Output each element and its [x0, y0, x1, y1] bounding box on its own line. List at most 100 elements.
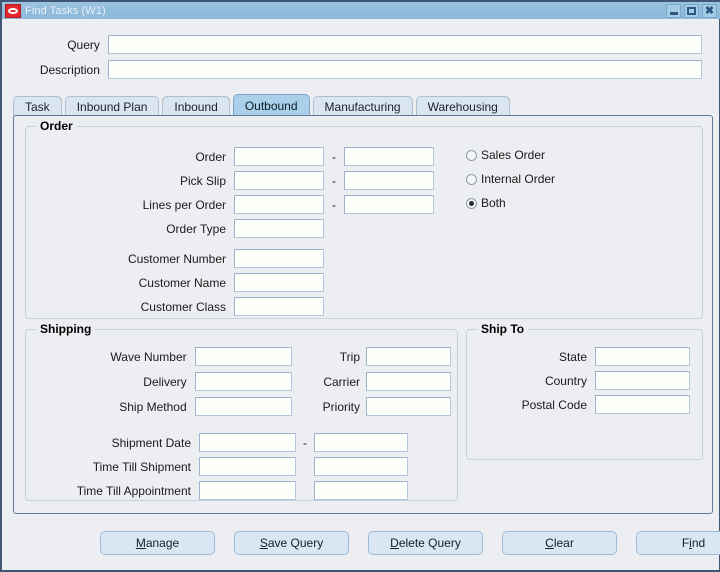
save-query-button[interactable]: Save Query	[234, 531, 349, 555]
lines-per-order-range-separator: -	[332, 197, 336, 212]
state-input[interactable]	[595, 347, 690, 366]
shipment-date-range-separator: -	[303, 435, 307, 450]
shipment-date-from-input[interactable]	[199, 433, 296, 452]
shipping-group: Shipping Wave Number Trip Delivery Carri…	[25, 322, 458, 501]
window-controls: ✖	[666, 4, 717, 18]
find-button[interactable]: Find	[636, 531, 720, 555]
radio-internal-order-indicator[interactable]	[466, 173, 477, 185]
tab-label: Warehousing	[427, 99, 498, 114]
pick-slip-from-input[interactable]	[234, 171, 324, 190]
priority-input[interactable]	[366, 397, 451, 416]
tab-label: Task	[25, 99, 50, 114]
ship-method-input[interactable]	[194, 397, 292, 416]
customer-name-label: Customer Name	[138, 275, 226, 290]
radio-both-indicator[interactable]	[466, 197, 477, 209]
tab-warehousing[interactable]: Warehousing	[415, 96, 510, 116]
order-group-title: Order	[36, 119, 77, 133]
field-row-order-type: Order Type	[26, 219, 336, 238]
field-row-time-till-shipment: Time Till Shipment	[26, 457, 451, 476]
country-label: Country	[544, 373, 587, 388]
pick-slip-to-input[interactable]	[344, 171, 434, 190]
field-row-order: Order -	[26, 147, 446, 166]
order-label: Order	[195, 149, 226, 164]
close-icon[interactable]: ✖	[702, 4, 717, 18]
customer-number-input[interactable]	[234, 249, 324, 268]
find-button-label: Find	[681, 536, 706, 550]
field-row-country: Country	[467, 371, 697, 390]
delivery-label: Delivery	[143, 374, 187, 389]
field-row-time-till-appointment: Time Till Appointment	[26, 481, 451, 500]
delete-query-button[interactable]: Delete Query	[368, 531, 483, 555]
time-till-appointment-from-input[interactable]	[199, 481, 296, 500]
tab-manufacturing[interactable]: Manufacturing	[312, 96, 413, 116]
shipping-group-title: Shipping	[36, 322, 96, 336]
order-range-separator: -	[332, 149, 336, 164]
tab-label: Outbound	[244, 98, 298, 113]
query-label: Query	[67, 37, 100, 52]
order-group: Order Order - Pick Slip - Lines per Orde…	[25, 119, 703, 319]
time-till-appointment-to-input[interactable]	[314, 481, 408, 500]
field-row-state: State	[467, 347, 697, 366]
find-tasks-window: Find Tasks (W1) ✖ Query Description Task…	[0, 0, 720, 572]
description-input[interactable]	[107, 60, 702, 79]
customer-class-label: Customer Class	[140, 299, 226, 314]
carrier-input[interactable]	[366, 372, 451, 391]
pick-slip-label: Pick Slip	[179, 173, 226, 188]
postal-code-input[interactable]	[595, 395, 690, 414]
tab-inbound-plan[interactable]: Inbound Plan	[64, 96, 160, 116]
ship-to-group-title: Ship To	[477, 322, 529, 336]
minimize-icon[interactable]	[666, 4, 681, 18]
customer-class-input[interactable]	[234, 297, 324, 316]
field-row-pick-slip: Pick Slip -	[26, 171, 446, 190]
oracle-logo-icon	[5, 3, 21, 18]
radio-sales-order[interactable]: Sales Order	[466, 148, 545, 162]
field-row-shipment-date: Shipment Date -	[26, 433, 451, 452]
tab-label: Inbound	[174, 99, 218, 114]
wave-number-input[interactable]	[194, 347, 292, 366]
tab-outbound[interactable]: Outbound	[232, 94, 310, 116]
description-row: Description	[22, 60, 702, 79]
query-input[interactable]	[107, 35, 702, 54]
outbound-tab-panel: Order Order - Pick Slip - Lines per Orde…	[13, 115, 713, 514]
radio-internal-order-label: Internal Order	[481, 172, 556, 186]
radio-both[interactable]: Both	[466, 196, 506, 210]
country-input[interactable]	[595, 371, 690, 390]
manage-button-label: Manage	[135, 536, 180, 550]
customer-number-label: Customer Number	[127, 251, 226, 266]
time-till-shipment-to-input[interactable]	[314, 457, 408, 476]
radio-both-label: Both	[481, 196, 506, 210]
radio-internal-order[interactable]: Internal Order	[466, 172, 555, 186]
order-type-input[interactable]	[234, 219, 324, 238]
field-row-postal-code: Postal Code	[467, 395, 697, 414]
wave-number-label: Wave Number	[110, 349, 187, 364]
delivery-input[interactable]	[194, 372, 292, 391]
lines-per-order-to-input[interactable]	[344, 195, 434, 214]
customer-name-input[interactable]	[234, 273, 324, 292]
field-row-ship-method: Ship Method Priority	[26, 397, 451, 416]
ship-method-label: Ship Method	[119, 399, 187, 414]
order-to-input[interactable]	[344, 147, 434, 166]
shipment-date-label: Shipment Date	[111, 435, 191, 450]
time-till-shipment-from-input[interactable]	[199, 457, 296, 476]
state-label: State	[558, 349, 587, 364]
lines-per-order-from-input[interactable]	[234, 195, 324, 214]
order-from-input[interactable]	[234, 147, 324, 166]
manage-button[interactable]: Manage	[100, 531, 215, 555]
tab-label: Inbound Plan	[76, 99, 148, 114]
tab-inbound[interactable]: Inbound	[162, 96, 230, 116]
description-label: Description	[39, 62, 100, 77]
tab-bar: Task Inbound Plan Inbound Outbound Manuf…	[13, 94, 713, 116]
lines-per-order-label: Lines per Order	[142, 197, 226, 212]
shipment-date-to-input[interactable]	[314, 433, 408, 452]
clear-button[interactable]: Clear	[502, 531, 617, 555]
radio-sales-order-indicator[interactable]	[466, 149, 477, 161]
pick-slip-range-separator: -	[332, 173, 336, 188]
trip-input[interactable]	[366, 347, 451, 366]
maximize-icon[interactable]	[684, 4, 699, 18]
save-query-button-label: Save Query	[259, 536, 324, 550]
window-title: Find Tasks (W1)	[25, 4, 106, 17]
tab-task[interactable]: Task	[13, 96, 62, 116]
ship-to-group: Ship To State Country Postal Code	[466, 322, 703, 460]
field-row-wave-number: Wave Number Trip	[26, 347, 451, 366]
tab-label: Manufacturing	[324, 99, 401, 114]
